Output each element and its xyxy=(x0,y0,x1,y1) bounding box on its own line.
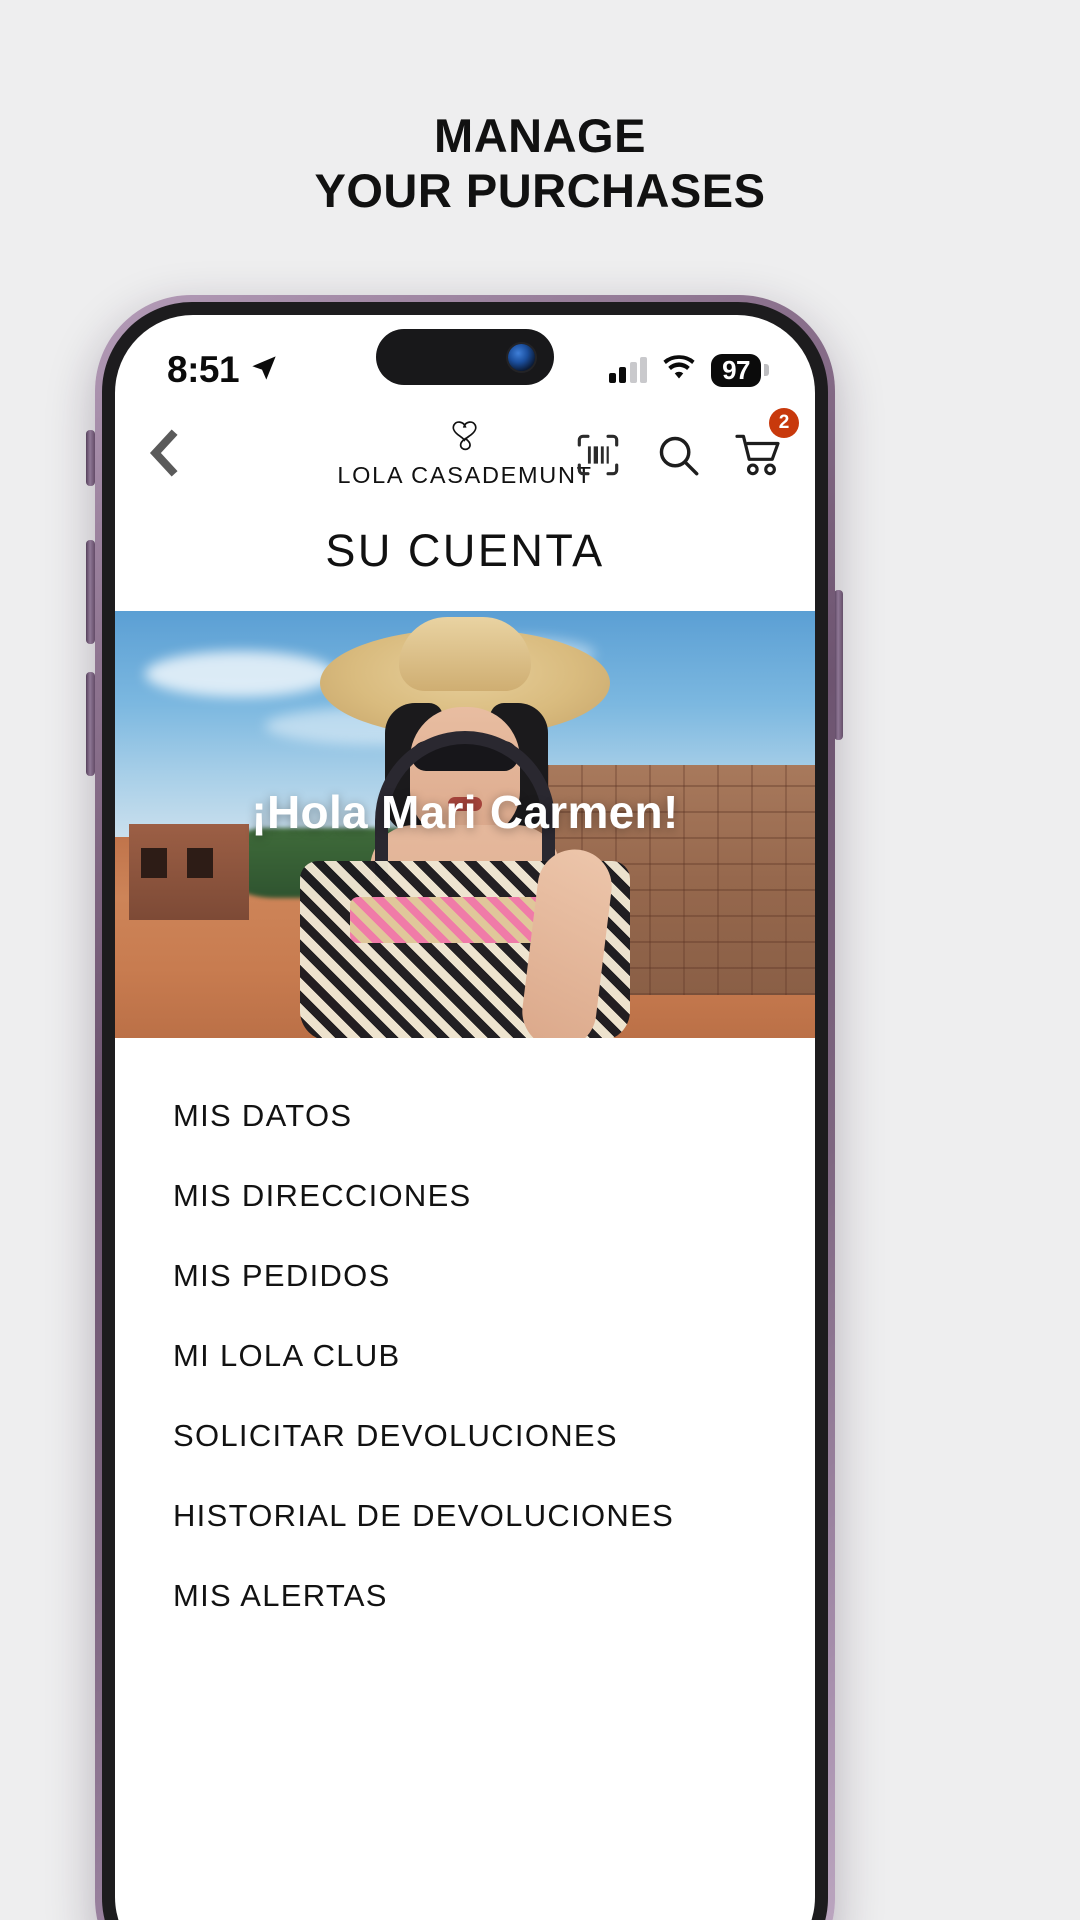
menu-item-mis-direcciones[interactable]: MIS DIRECCIONES xyxy=(115,1156,815,1236)
brand-name-text: LOLA CASADEMUNT xyxy=(337,462,593,488)
heart-logo-icon xyxy=(445,413,485,460)
menu-item-mi-lola-club[interactable]: MI LOLA CLUB xyxy=(115,1316,815,1396)
cart-button[interactable]: 2 xyxy=(735,408,799,478)
page-headline: MANAGE YOUR PURCHASES xyxy=(0,108,1080,219)
phone-mockup: 8:51 97 LOLA CASADEMUNT 2 SU CUENTA ¡Hol… xyxy=(95,295,835,1920)
status-bar-left: 8:51 xyxy=(167,349,278,391)
wifi-icon xyxy=(662,354,696,386)
chevron-left-icon xyxy=(148,428,182,482)
back-button[interactable] xyxy=(133,423,197,487)
menu-item-mis-datos[interactable]: MIS DATOS xyxy=(115,1076,815,1156)
battery-indicator: 97 xyxy=(711,353,769,387)
page-title: SU CUENTA xyxy=(325,525,605,576)
app-navigation-bar: LOLA CASADEMUNT 2 xyxy=(115,407,815,503)
headline-line-1: MANAGE xyxy=(434,109,646,162)
dynamic-island xyxy=(376,329,554,385)
account-hero-banner: ¡Hola Mari Carmen! xyxy=(115,611,815,1038)
brand-logo[interactable]: LOLA CASADEMUNT xyxy=(337,413,592,489)
phone-power-button xyxy=(834,590,843,740)
phone-mute-switch xyxy=(86,430,95,486)
menu-item-historial-de-devoluciones[interactable]: HISTORIAL DE DEVOLUCIONES xyxy=(115,1476,815,1556)
front-camera-icon xyxy=(508,343,535,371)
barcode-scan-icon xyxy=(577,434,619,476)
nav-actions: 2 xyxy=(575,408,799,478)
hero-hat-crown xyxy=(399,617,531,691)
search-icon xyxy=(659,436,699,476)
barcode-scan-button[interactable] xyxy=(575,432,621,478)
shopping-cart-icon xyxy=(735,434,780,476)
account-menu-list: MIS DATOS MIS DIRECCIONES MIS PEDIDOS MI… xyxy=(115,1038,815,1636)
menu-item-mis-pedidos[interactable]: MIS PEDIDOS xyxy=(115,1236,815,1316)
phone-volume-down-button xyxy=(86,672,95,776)
phone-bezel: 8:51 97 LOLA CASADEMUNT 2 SU CUENTA ¡Hol… xyxy=(102,302,828,1920)
headline-line-2: YOUR PURCHASES xyxy=(314,164,766,218)
location-arrow-icon xyxy=(250,349,278,391)
status-bar: 8:51 97 xyxy=(115,315,815,407)
battery-level-text: 97 xyxy=(711,353,761,387)
user-greeting: ¡Hola Mari Carmen! xyxy=(251,785,679,838)
menu-item-solicitar-devoluciones[interactable]: SOLICITAR DEVOLUCIONES xyxy=(115,1396,815,1476)
search-button[interactable] xyxy=(655,432,701,478)
phone-volume-up-button xyxy=(86,540,95,644)
status-bar-right: 97 xyxy=(608,353,769,387)
phone-screen: 8:51 97 LOLA CASADEMUNT 2 SU CUENTA ¡Hol… xyxy=(115,315,815,1920)
cellular-signal-icon xyxy=(608,357,648,383)
menu-item-mis-alertas[interactable]: MIS ALERTAS xyxy=(115,1556,815,1636)
cart-badge-count: 2 xyxy=(769,408,799,438)
battery-nub-icon xyxy=(764,364,769,376)
status-bar-time: 8:51 xyxy=(167,349,240,390)
